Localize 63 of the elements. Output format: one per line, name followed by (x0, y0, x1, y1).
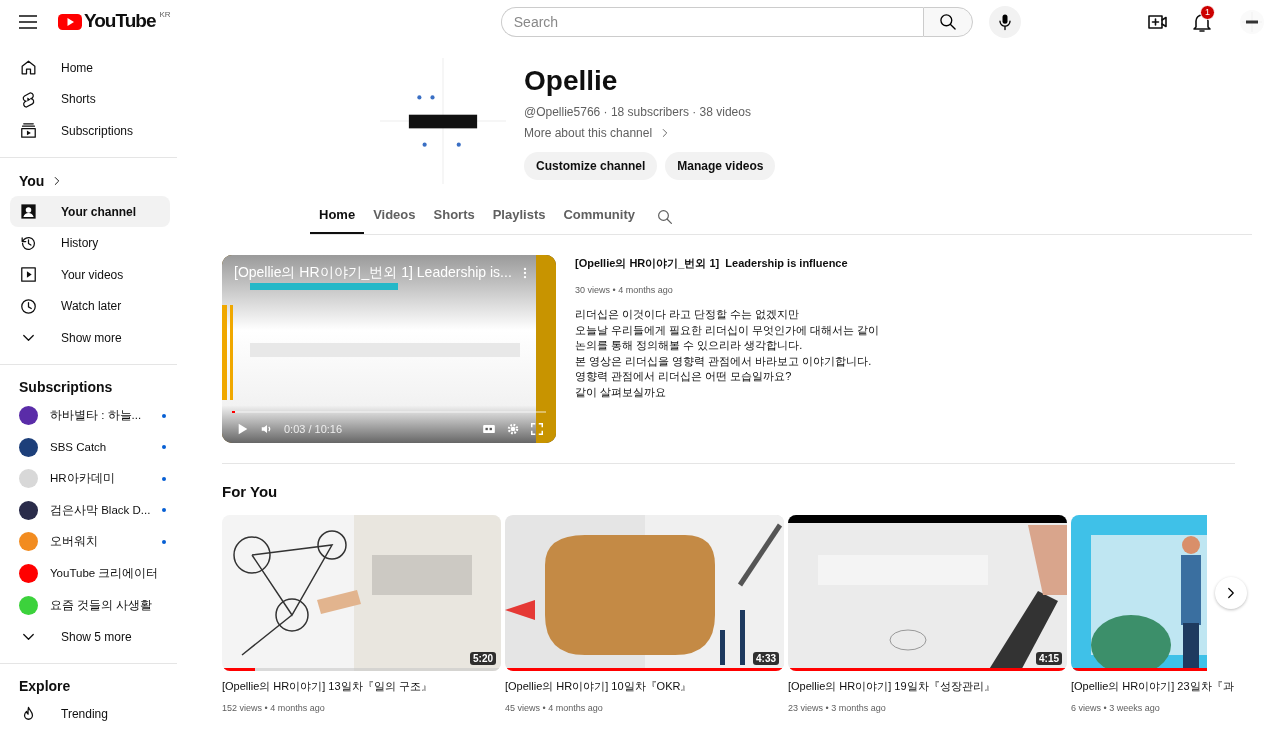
sidebar-item[interactable]: Your videos (10, 258, 170, 291)
shelf-title: For You (222, 483, 279, 500)
channel-tab[interactable]: Home (310, 199, 365, 234)
notifications-button[interactable]: 1 (1190, 5, 1220, 34)
channel-name: Opellie (524, 64, 619, 98)
sidebar-item[interactable]: Show more (10, 322, 170, 354)
video-duration: 4:15 (1036, 652, 1062, 665)
subscriptions-icon (19, 121, 38, 141)
subscription-item[interactable]: SBS Catch (10, 431, 170, 463)
video-meta: 30 views • 4 months ago (575, 285, 674, 295)
subscription-item[interactable]: 요즘 것들의 사생활 (10, 589, 170, 621)
channel-action-button[interactable]: Customize channel (524, 152, 658, 180)
video-duration: 4:33 (753, 652, 779, 665)
player-title: [Opellie의 HR이야기_번외 1] Leadership is... (234, 264, 512, 282)
sidebar-item[interactable]: Home (10, 52, 170, 84)
subscription-item[interactable]: 오버워치 (10, 526, 170, 558)
subscription-item[interactable]: 하바별타 : 하늘... (10, 399, 170, 432)
region-label: KR (159, 10, 171, 19)
video-meta: 45 views • 4 months ago (505, 703, 604, 713)
sidebar-item[interactable]: Shorts (10, 83, 170, 116)
subscription-item[interactable]: 검은사막 Black D... (10, 494, 170, 527)
sidebar-item[interactable]: Watch later (10, 290, 170, 323)
clock-icon (19, 296, 38, 316)
you-section-link[interactable]: You (10, 165, 177, 196)
video-description: 리더십은 이것이다 라고 단정할 수는 없겠지만 오늘날 우리들에게 필요한 리더십이 무엇인가에 대해서는 같이 논의를 통해 정의해볼 수 있으리라 생각합니다. 본 영상은 리더십을 영향력 관점에서 바라보고 이야기합니다. 영향력 관점에서 리더십은 어떤 모습일까요? 같이 살펴보실까요 (575, 307, 880, 400)
sidebar-item[interactable]: History (10, 227, 170, 259)
section-title: Explore (18, 676, 72, 696)
sidebar-item[interactable]: Subscriptions (10, 115, 170, 147)
video-title[interactable]: [Opellie의 HR이야기] 23일차『과 (1071, 679, 1234, 694)
video-title[interactable]: [Opellie의 HR이야기] 10일차『OKR』 (505, 679, 784, 694)
channel-meta: @Opellie5766 · 18 subscribers · 38 videos (524, 105, 752, 119)
subscription-item[interactable]: HR아카데미 (10, 462, 170, 495)
person-icon (19, 202, 38, 222)
play-icon (19, 265, 38, 285)
show-more-link[interactable]: Show 5 more (10, 620, 170, 653)
video-meta: 23 views • 3 months ago (788, 703, 887, 713)
channel-tab[interactable]: Videos (364, 199, 425, 234)
sidebar-item[interactable]: Trending (10, 698, 170, 731)
search-field[interactable]: Search (500, 7, 923, 37)
sidebar-item[interactable]: Your channel (10, 195, 170, 228)
video-duration: 5:20 (470, 652, 496, 665)
search-icon (937, 12, 958, 32)
subscription-item[interactable]: YouTube 크리에이터 (10, 557, 170, 590)
settings-icon[interactable] (506, 422, 520, 436)
notification-count: 1 (1200, 5, 1215, 20)
more-about-link[interactable]: More about this channel (524, 126, 776, 140)
fullscreen-icon[interactable] (530, 422, 544, 436)
channel-tab[interactable]: Playlists (483, 199, 555, 234)
logo-text[interactable]: YouTube (84, 10, 156, 32)
video-title[interactable]: [Opellie의 HR이야기] 13일차『일의 구조』 (222, 679, 501, 694)
video-title[interactable]: [Opellie의 HR이야기_번외 1] Leadership is influence (575, 256, 880, 271)
search-icon[interactable] (655, 207, 674, 226)
search-button[interactable] (922, 7, 973, 37)
channel-tab[interactable]: Shorts (424, 199, 484, 234)
playback-time: 0:03 / 10:16 (284, 423, 343, 435)
section-title: Subscriptions (18, 377, 114, 397)
video-meta: 6 views • 3 weeks ago (1071, 703, 1161, 713)
video-meta: 152 views • 4 months ago (222, 703, 326, 713)
channel-tab[interactable]: Community (554, 199, 644, 234)
channel-action-button[interactable]: Manage videos (665, 152, 776, 180)
voice-search-button[interactable] (988, 6, 1021, 38)
video-title[interactable]: [Opellie의 HR이야기] 19일차『성장관리』 (788, 679, 1067, 694)
captions-icon[interactable] (482, 422, 496, 436)
